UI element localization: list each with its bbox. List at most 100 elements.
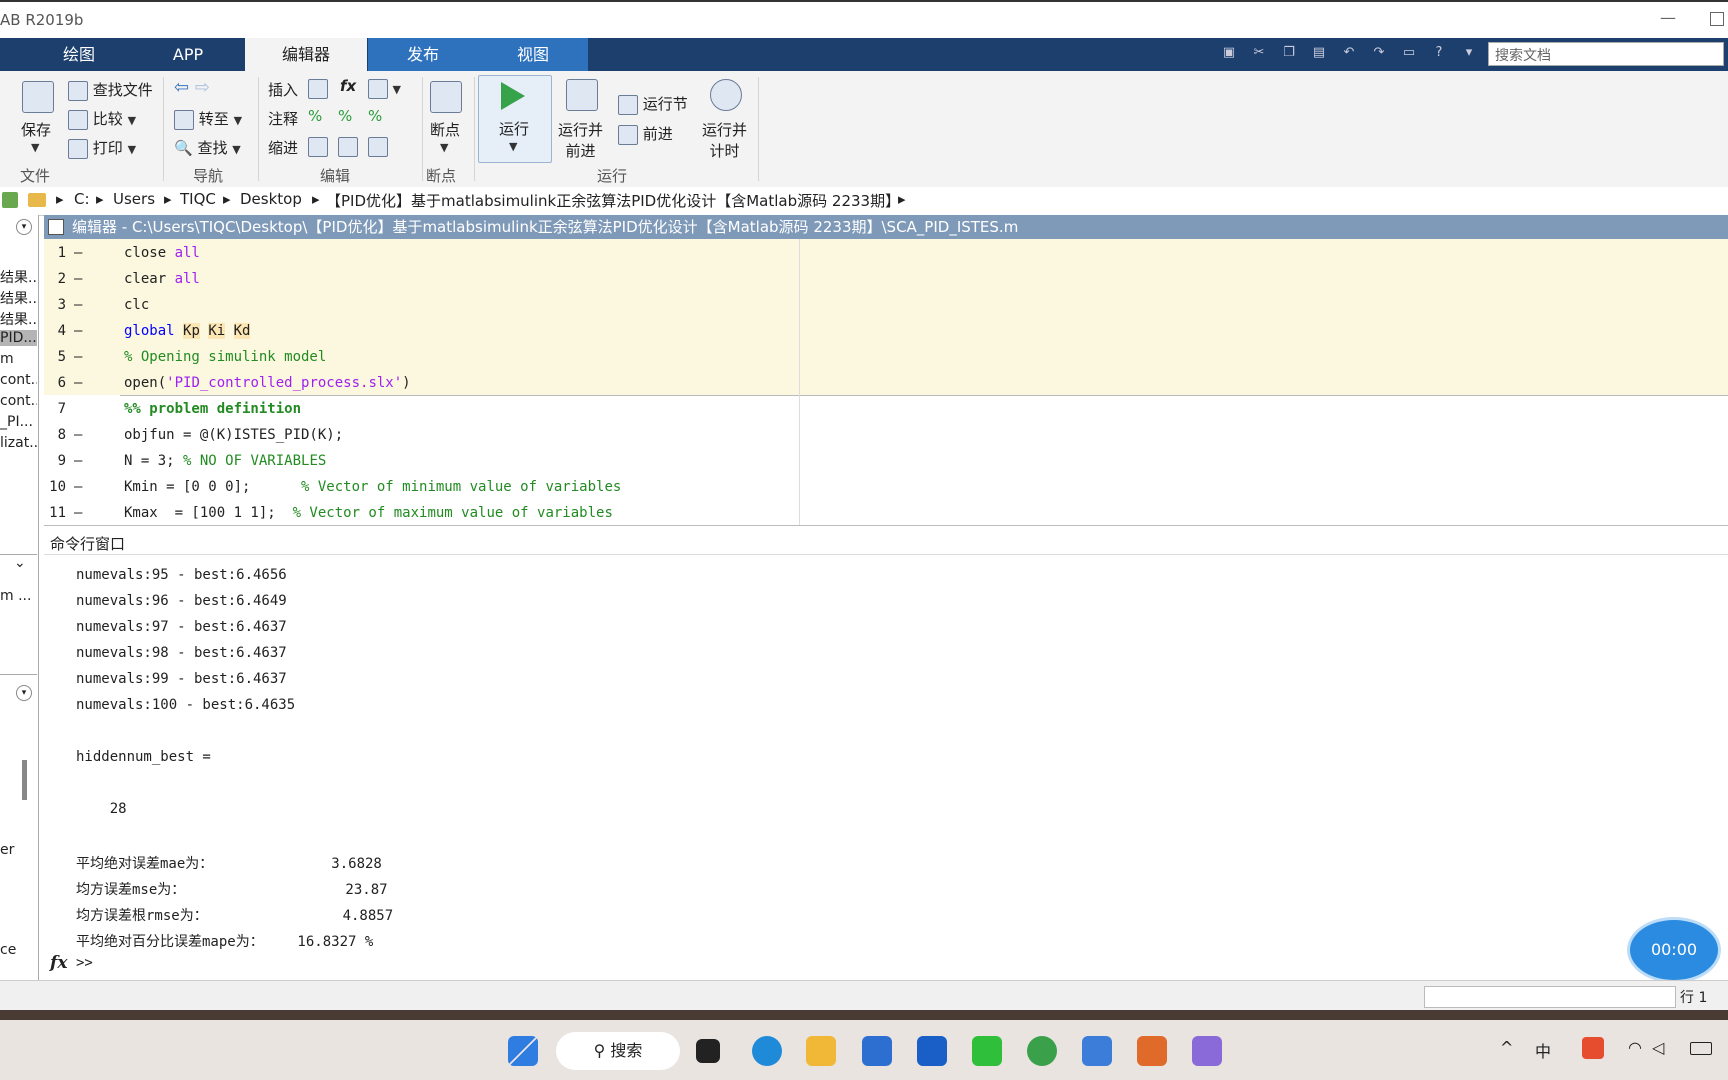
snipping-tool-icon[interactable] (1082, 1036, 1112, 1066)
chevron-down-icon[interactable]: ▼ (31, 141, 39, 154)
tab-publish[interactable]: 发布 (368, 38, 478, 71)
maximize-icon[interactable] (1710, 12, 1724, 26)
paste-icon[interactable]: ▤ (1310, 45, 1328, 63)
copy-icon[interactable]: ❐ (1280, 45, 1298, 63)
dropdown-icon[interactable]: ▾ (1460, 45, 1478, 63)
uncomment-icon[interactable]: % (338, 107, 352, 125)
panel-menu-icon[interactable]: ▾ (16, 685, 32, 701)
breadcrumb-arrow[interactable]: ▸ (96, 190, 104, 208)
list-item[interactable]: 结果... (0, 309, 37, 329)
tab-apps[interactable]: APP (148, 38, 228, 71)
breakpoint-marker[interactable]: — (74, 479, 82, 495)
smart-indent-icon[interactable] (308, 137, 328, 157)
code-editor[interactable]: 1 — close all 2 — clear all 3 — clc 4 — … (44, 239, 1728, 526)
breakpoint-icon[interactable] (430, 81, 462, 113)
breadcrumb-arrow[interactable]: ▸ (56, 190, 64, 208)
breakpoint-marker[interactable]: — (74, 323, 82, 339)
code-line[interactable]: global Kp Ki Kd (124, 323, 251, 339)
list-item-selected[interactable]: PID... (0, 330, 37, 346)
breakpoint-marker[interactable]: — (74, 453, 82, 469)
code-line[interactable]: Kmin = [0 0 0]; % Vector of minimum valu… (124, 479, 621, 495)
panel-menu-icon[interactable]: ▾ (16, 219, 32, 235)
list-item[interactable]: m (0, 351, 37, 367)
breakpoint-button[interactable]: 断点 (430, 119, 460, 140)
tab-view[interactable]: 视图 (478, 38, 588, 71)
save-button[interactable]: 保存 (21, 119, 51, 140)
breakpoint-marker[interactable]: — (74, 271, 82, 287)
run-section-button[interactable]: 运行节 (618, 93, 688, 115)
wifi-icon[interactable]: ◠ (1628, 1038, 1642, 1057)
save-icon[interactable] (22, 81, 54, 113)
help-icon[interactable]: ? (1430, 45, 1448, 63)
list-item[interactable]: er (0, 842, 37, 858)
minimize-icon[interactable]: — (1660, 8, 1676, 27)
breadcrumb-arrow[interactable]: ▸ (898, 190, 906, 208)
insert-section-icon[interactable] (308, 79, 328, 99)
chevron-down-icon[interactable]: ⌄ (14, 555, 26, 571)
mail-icon[interactable] (862, 1036, 892, 1066)
list-item[interactable]: m ... (0, 588, 37, 604)
redo-icon[interactable]: ↷ (1370, 45, 1388, 63)
breadcrumb-item-folder[interactable]: 【PID优化】基于matlabsimulink正余弦算法PID优化设计【含Mat… (326, 190, 900, 211)
app-icon[interactable] (1192, 1036, 1222, 1066)
battery-icon[interactable] (1690, 1042, 1712, 1055)
code-line[interactable]: objfun = @(K)ISTES_PID(K); (124, 427, 343, 443)
advance-button[interactable]: 前进 (618, 123, 673, 145)
breadcrumb-item-tiqc[interactable]: TIQC (180, 190, 216, 208)
code-line[interactable]: N = 3; % NO OF VARIABLES (124, 453, 326, 469)
chevron-up-icon[interactable]: ^ (1500, 1038, 1513, 1057)
list-item[interactable]: 结果... (0, 267, 37, 287)
breadcrumb-item-desktop[interactable]: Desktop (240, 190, 302, 208)
breadcrumb-arrow[interactable]: ▸ (312, 190, 320, 208)
folder-icon[interactable] (28, 193, 46, 207)
insert-function-icon[interactable]: ▼ (368, 79, 401, 99)
breakpoint-marker[interactable]: — (74, 245, 82, 261)
breadcrumb-item-c[interactable]: C: (74, 190, 90, 208)
switch-windows-icon[interactable]: ▭ (1400, 45, 1418, 63)
wechat-icon[interactable] (972, 1036, 1002, 1066)
volume-icon[interactable]: ◁ (1652, 1038, 1664, 1057)
ie-icon[interactable] (1027, 1036, 1057, 1066)
list-item[interactable]: 结果... (0, 288, 37, 308)
code-line[interactable]: Kmax = [100 1 1]; % Vector of maximum va… (124, 505, 613, 521)
insert-button[interactable]: 插入 (268, 79, 298, 100)
breadcrumb-arrow[interactable]: ▸ (223, 190, 231, 208)
function-browser-icon[interactable]: fx (50, 953, 67, 973)
list-item[interactable]: cont... (0, 372, 37, 388)
goto-button[interactable]: 转至 ▼ (174, 108, 242, 130)
code-line[interactable]: clc (124, 297, 149, 313)
code-line[interactable]: clear all (124, 271, 200, 287)
breadcrumb-item-users[interactable]: Users (113, 190, 155, 208)
input-method-icon[interactable]: 中 (1535, 1038, 1551, 1062)
breakpoint-marker[interactable]: — (74, 505, 82, 521)
run-advance-icon[interactable] (566, 79, 598, 111)
matlab-icon[interactable] (1137, 1036, 1167, 1066)
print-button[interactable]: 打印 ▼ (68, 137, 136, 159)
sogou-icon[interactable] (1582, 1037, 1604, 1059)
edge-icon[interactable] (752, 1036, 782, 1066)
tab-plots[interactable]: 绘图 (40, 38, 118, 71)
find-button[interactable]: 🔍 查找 ▼ (174, 137, 241, 158)
file-explorer-icon[interactable] (806, 1036, 836, 1066)
command-window[interactable]: numevals:95 - best:6.4656 numevals:96 - … (44, 555, 1728, 980)
comment-button[interactable]: 注释 (268, 108, 298, 129)
increase-indent-icon[interactable] (338, 137, 358, 157)
breadcrumb-arrow[interactable]: ▸ (164, 190, 172, 208)
list-item[interactable]: _PI... (0, 414, 37, 430)
wrap-comment-icon[interactable]: % (368, 107, 382, 125)
run-time-icon[interactable] (710, 79, 742, 111)
run-button[interactable]: 运行 ▼ (478, 75, 552, 163)
start-icon[interactable] (508, 1036, 538, 1066)
indent-button[interactable]: 缩进 (268, 137, 298, 158)
comment-icon[interactable]: % (308, 107, 322, 125)
code-line[interactable]: % Opening simulink model (124, 349, 326, 365)
breakpoint-marker[interactable]: — (74, 297, 82, 313)
breakpoint-marker[interactable]: — (74, 375, 82, 391)
run-time-button[interactable]: 运行并 计时 (702, 119, 747, 161)
command-prompt[interactable]: >> (76, 955, 93, 971)
save-icon[interactable]: ▣ (1220, 45, 1238, 63)
list-item[interactable]: ce (0, 942, 37, 958)
list-item[interactable]: cont... (0, 393, 37, 409)
breakpoint-marker[interactable]: — (74, 349, 82, 365)
decrease-indent-icon[interactable] (368, 137, 388, 157)
